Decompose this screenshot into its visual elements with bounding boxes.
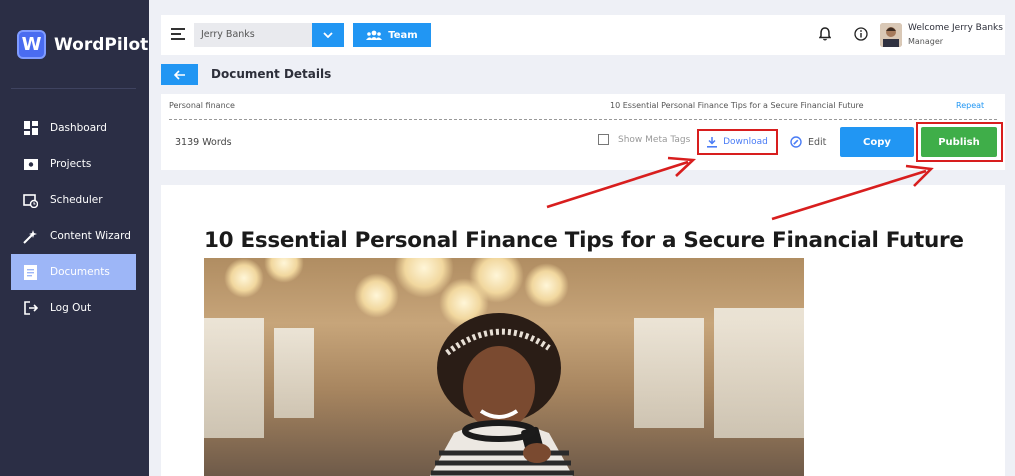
- document-details-card: Personal finance 10 Essential Personal F…: [161, 94, 1005, 170]
- sidebar-item-logout[interactable]: Log Out: [11, 290, 136, 326]
- sidebar-item-content-wizard[interactable]: Content Wizard: [11, 218, 136, 254]
- edit-button[interactable]: Edit: [790, 136, 826, 148]
- info-icon[interactable]: [854, 27, 868, 46]
- team-icon: [366, 30, 383, 40]
- scheduler-icon: [23, 193, 38, 208]
- article-preview: 10 Essential Personal Finance Tips for a…: [161, 185, 1005, 476]
- edit-icon: [790, 136, 802, 148]
- sidebar-item-label: Scheduler: [50, 194, 103, 206]
- copy-button[interactable]: Copy: [840, 127, 914, 157]
- user-role: Manager: [908, 37, 944, 46]
- sidebar-item-label: Log Out: [50, 302, 92, 314]
- sidebar-item-projects[interactable]: Projects: [11, 146, 136, 182]
- user-select-toggle[interactable]: [312, 23, 344, 47]
- article-image: [204, 258, 804, 476]
- content-wizard-icon: [23, 229, 38, 244]
- document-headline: 10 Essential Personal Finance Tips for a…: [610, 101, 864, 110]
- logo-text: WordPilot: [54, 34, 149, 55]
- repeat-link[interactable]: Repeat: [956, 101, 984, 110]
- download-label: Download: [723, 137, 768, 147]
- dashboard-icon: [23, 121, 38, 136]
- word-count: 3139 Words: [175, 137, 232, 148]
- sidebar: W WordPilot Dashboard Projects Scheduler: [0, 0, 149, 476]
- sidebar-divider: [11, 88, 136, 89]
- sidebar-item-scheduler[interactable]: Scheduler: [11, 182, 136, 218]
- chevron-down-icon: [323, 32, 333, 38]
- edit-label: Edit: [808, 136, 827, 148]
- sidebar-item-dashboard[interactable]: Dashboard: [11, 110, 136, 146]
- user-select[interactable]: Jerry Banks: [194, 23, 312, 47]
- back-button[interactable]: [161, 64, 198, 85]
- welcome-text: Welcome Jerry Banks: [908, 23, 1003, 33]
- menu-icon[interactable]: [171, 28, 185, 40]
- download-button[interactable]: Download: [697, 129, 778, 155]
- page-title: Document Details: [211, 67, 332, 81]
- sidebar-item-documents[interactable]: Documents: [11, 254, 136, 290]
- document-category: Personal finance: [169, 101, 235, 110]
- projects-icon: [23, 157, 38, 172]
- show-meta-tags-toggle[interactable]: Show Meta Tags: [598, 134, 690, 145]
- logo[interactable]: W WordPilot: [17, 30, 148, 59]
- bell-icon[interactable]: [818, 27, 832, 46]
- sidebar-item-label: Documents: [50, 266, 110, 278]
- team-button-label: Team: [388, 29, 418, 41]
- article-title: 10 Essential Personal Finance Tips for a…: [204, 228, 964, 253]
- dashed-divider: [169, 119, 997, 120]
- meta-tags-checkbox[interactable]: [598, 134, 609, 145]
- download-icon: [707, 136, 718, 148]
- publish-button[interactable]: Publish: [921, 127, 997, 157]
- documents-icon: [23, 264, 38, 280]
- logout-icon: [23, 301, 38, 316]
- sidebar-item-label: Content Wizard: [50, 230, 131, 242]
- sidebar-item-label: Projects: [50, 158, 92, 170]
- logo-mark-icon: W: [17, 30, 46, 59]
- meta-tags-label: Show Meta Tags: [618, 134, 691, 145]
- sidebar-nav: Dashboard Projects Scheduler Content Wiz…: [11, 110, 136, 326]
- team-button[interactable]: Team: [353, 23, 431, 47]
- sidebar-item-label: Dashboard: [50, 122, 107, 134]
- top-bar: Jerry Banks Team Welcome Jerry Banks Man…: [161, 15, 1005, 55]
- avatar[interactable]: [880, 23, 902, 47]
- arrow-left-icon: [173, 69, 185, 80]
